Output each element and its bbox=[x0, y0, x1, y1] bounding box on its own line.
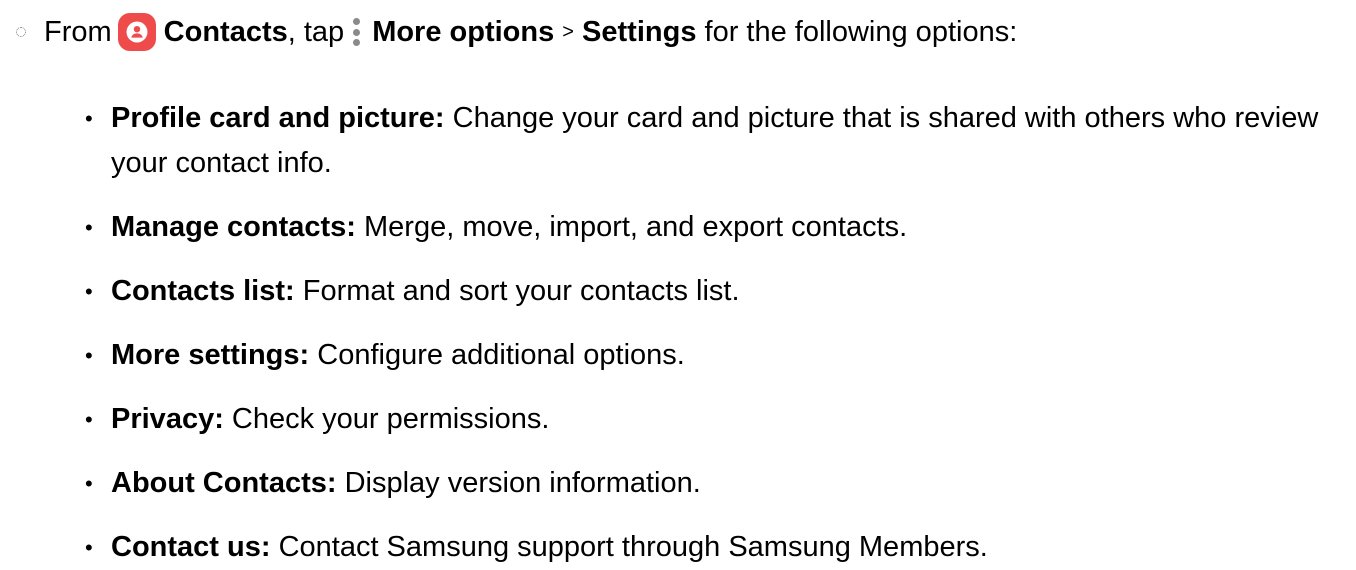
list-item-manage-contacts: • Manage contacts: Merge, move, import, … bbox=[84, 205, 1346, 250]
intro-tap-text: , tap bbox=[287, 15, 345, 48]
option-term: More settings: bbox=[111, 339, 310, 371]
option-description: Merge, move, import, and export contacts… bbox=[364, 211, 908, 243]
option-description: Format and sort your contacts list. bbox=[302, 275, 740, 307]
intro-instruction: From Contacts , tap More options > Setti… bbox=[16, 6, 1017, 58]
menu-path-separator: > bbox=[562, 20, 574, 43]
list-item-profile-card: • Profile card and picture: Change your … bbox=[84, 96, 1346, 186]
person-icon bbox=[126, 21, 148, 43]
contacts-app-name: Contacts bbox=[163, 15, 288, 48]
list-item-contact-us: • Contact us: Contact Samsung support th… bbox=[84, 525, 1346, 570]
step-bullet-icon bbox=[16, 27, 26, 37]
option-description: Configure additional options. bbox=[317, 339, 685, 371]
option-term: About Contacts: bbox=[111, 467, 337, 499]
list-item-contacts-list: • Contacts list: Format and sort your co… bbox=[84, 269, 1346, 314]
list-item-privacy: • Privacy: Check your permissions. bbox=[84, 397, 1346, 442]
bullet-icon: • bbox=[85, 106, 93, 131]
more-options-label: More options bbox=[372, 15, 555, 48]
bullet-icon: • bbox=[85, 535, 93, 560]
list-item-more-settings: • More settings: Configure additional op… bbox=[84, 333, 1346, 378]
settings-options-list: • Profile card and picture: Change your … bbox=[84, 96, 1346, 570]
bullet-icon: • bbox=[85, 343, 93, 368]
bullet-icon: • bbox=[85, 215, 93, 240]
more-options-icon bbox=[350, 18, 362, 46]
bullet-icon: • bbox=[85, 279, 93, 304]
option-term: Privacy: bbox=[111, 403, 224, 435]
intro-from-text: From bbox=[44, 15, 112, 48]
option-term: Contacts list: bbox=[111, 275, 295, 307]
contacts-app-icon bbox=[117, 13, 156, 51]
settings-label: Settings bbox=[582, 15, 697, 48]
option-description: Display version information. bbox=[344, 467, 701, 499]
option-term: Profile card and picture: bbox=[111, 102, 445, 134]
bullet-icon: • bbox=[85, 407, 93, 432]
bullet-icon: • bbox=[85, 471, 93, 496]
list-item-about-contacts: • About Contacts: Display version inform… bbox=[84, 461, 1346, 506]
option-description: Check your permissions. bbox=[231, 403, 550, 435]
option-term: Manage contacts: bbox=[111, 211, 356, 243]
intro-tail-text: for the following options: bbox=[704, 15, 1018, 48]
